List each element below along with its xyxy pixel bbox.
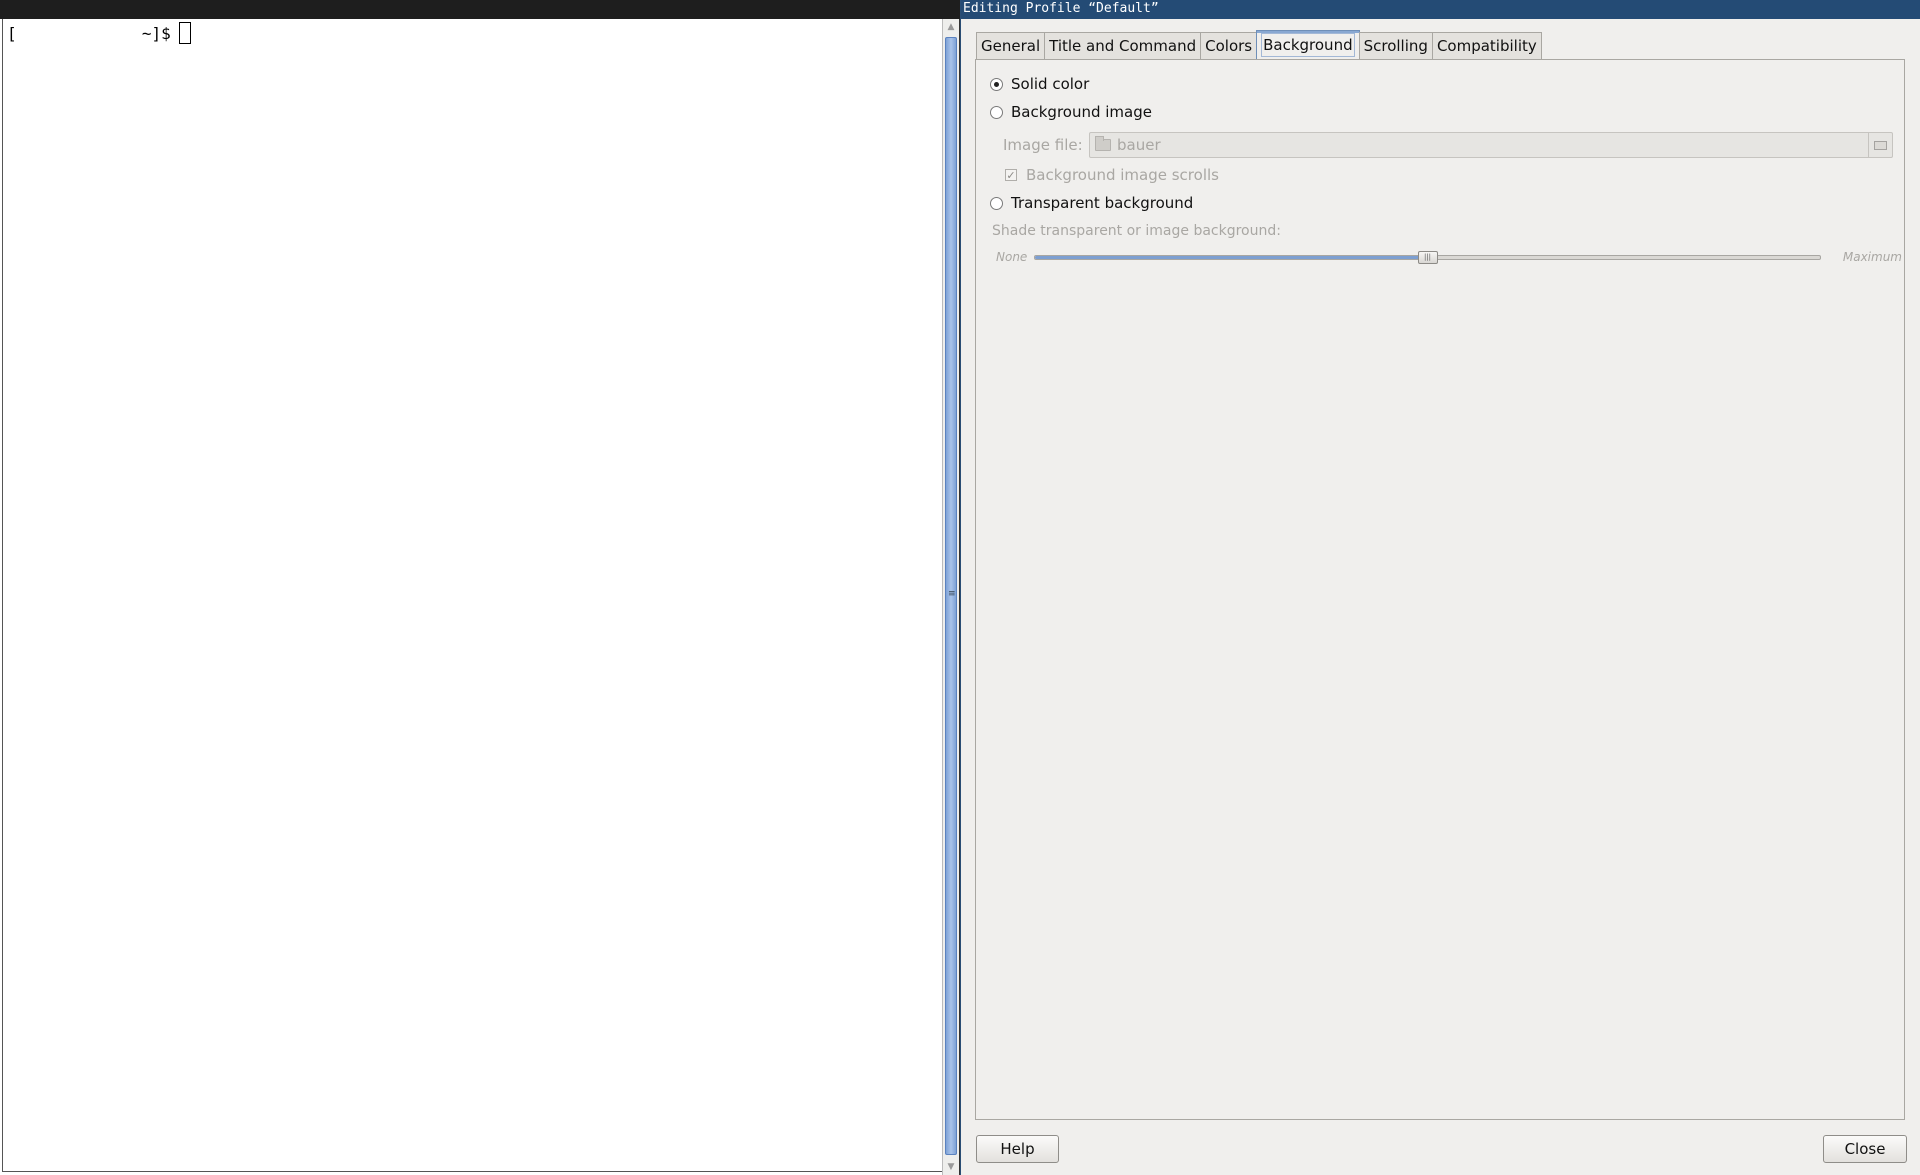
image-scrolls-label: Background image scrolls (1026, 166, 1219, 184)
tab-label: Compatibility (1436, 37, 1537, 55)
tab-scrolling[interactable]: Scrolling (1358, 32, 1433, 59)
tab-label: General (981, 37, 1041, 55)
tab-background[interactable]: Background (1256, 30, 1360, 59)
dialog-title: Editing Profile “Default” (961, 0, 1920, 19)
tab-label: Background (1261, 33, 1355, 57)
transparent-background-label: Transparent background (1011, 194, 1194, 212)
image-file-label: Image file: (1003, 136, 1083, 154)
shade-slider-row: None ||| Maximum (996, 248, 1902, 268)
scroll-down-arrow-icon[interactable]: ▼ (945, 1161, 957, 1173)
terminal-prompt: [ ~]$ (7, 23, 171, 43)
close-button[interactable]: Close (1823, 1135, 1907, 1163)
tab-title-and-command[interactable]: Title and Command (1044, 32, 1202, 59)
terminal-prompt-line: [ ~]$ (7, 22, 191, 44)
background-image-radio[interactable] (990, 105, 1003, 119)
tab-label: Title and Command (1049, 37, 1197, 55)
tab-label: Colors (1205, 37, 1253, 55)
grip-icon: ≡ (948, 589, 956, 599)
solid-color-radio[interactable] (990, 77, 1003, 91)
image-file-value: bauer (1117, 136, 1161, 154)
tab-label: Scrolling (1363, 37, 1428, 55)
shade-min-label: None (996, 250, 1028, 264)
image-scrolls-option[interactable]: ✓ Background image scrolls (1005, 166, 1219, 184)
scroll-up-arrow-icon[interactable]: ▲ (945, 21, 957, 33)
shade-slider-handle[interactable]: ||| (1417, 251, 1438, 264)
image-scrolls-checkbox[interactable]: ✓ (1005, 169, 1017, 181)
browse-file-button[interactable] (1868, 133, 1892, 157)
background-image-label: Background image (1011, 103, 1152, 121)
terminal-cursor (178, 22, 191, 44)
background-image-option[interactable]: Background image (990, 103, 1152, 121)
terminal-content[interactable]: [ ~]$ (2, 19, 942, 1172)
transparent-background-radio[interactable] (990, 196, 1003, 210)
background-panel: Solid color Background image Image file:… (975, 59, 1905, 1120)
transparent-background-option[interactable]: Transparent background (990, 194, 1193, 212)
shade-max-label: Maximum (1842, 250, 1902, 264)
shade-slider[interactable]: ||| (1034, 251, 1821, 264)
open-file-icon (1874, 140, 1887, 150)
tab-bar: General Title and Command Colors Backgro… (976, 30, 1542, 59)
shade-label: Shade transparent or image background: (992, 223, 1281, 239)
tab-colors[interactable]: Colors (1200, 32, 1258, 59)
terminal-window[interactable]: [ ~]$ ▲ ≡ ▼ (0, 0, 960, 1175)
terminal-scroll-thumb[interactable]: ≡ (945, 37, 957, 1155)
tab-general[interactable]: General (976, 32, 1046, 59)
image-file-chooser[interactable]: bauer (1089, 132, 1893, 158)
tab-compatibility[interactable]: Compatibility (1431, 32, 1542, 59)
shade-slider-fill (1035, 256, 1428, 259)
profile-dialog: Editing Profile “Default” General Title … (960, 0, 1920, 1175)
folder-icon (1095, 136, 1111, 151)
terminal-titlebar (0, 0, 960, 19)
solid-color-option[interactable]: Solid color (990, 75, 1089, 93)
help-button[interactable]: Help (976, 1135, 1059, 1163)
solid-color-label: Solid color (1011, 75, 1090, 93)
terminal-scrollbar[interactable]: ▲ ≡ ▼ (942, 19, 959, 1175)
